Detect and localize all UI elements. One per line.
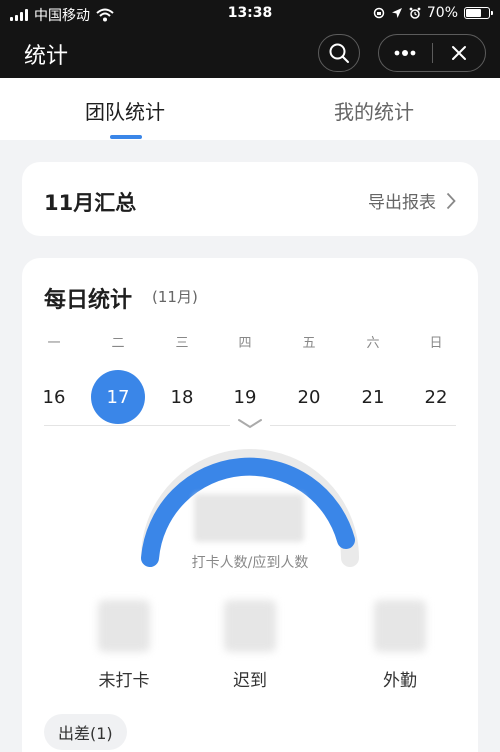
- stat-label: 未打卡: [98, 671, 150, 691]
- summary-title: 11月汇总: [44, 191, 137, 215]
- stat-label: 迟到: [233, 671, 267, 691]
- chevron-down-icon[interactable]: [236, 416, 264, 432]
- weekday-label: 一: [47, 336, 61, 351]
- stat-label: 外勤: [383, 671, 417, 691]
- stat-value-blurred: [98, 600, 150, 652]
- active-tab-indicator: [110, 135, 142, 139]
- battery-percent: 70%: [426, 5, 458, 21]
- mini-program-capsule: [378, 34, 486, 72]
- alarm-icon: [409, 7, 421, 19]
- weekday-label: 日: [429, 336, 443, 351]
- divider: [44, 425, 230, 426]
- stat-not-checked-in[interactable]: 未打卡: [64, 600, 184, 691]
- date-cell[interactable]: 21: [346, 370, 400, 424]
- weekday-label: 二: [111, 336, 125, 351]
- daily-month: (11月): [152, 288, 198, 306]
- close-icon: [451, 46, 466, 60]
- divider: [270, 425, 456, 426]
- rotation-lock-icon: [373, 7, 385, 19]
- gauge-label: 打卡人数/应到人数: [191, 555, 309, 571]
- gauge-value-blurred: [194, 494, 304, 542]
- more-button[interactable]: [379, 35, 432, 71]
- daily-stats-card: 每日统计 (11月) 一 二 三 四 五 六 日 16 17 18 19 20 …: [22, 258, 478, 752]
- date-cell[interactable]: 18: [155, 370, 209, 424]
- stat-field-work[interactable]: 外勤: [340, 600, 460, 691]
- tab-team-stats[interactable]: 团队统计: [35, 96, 215, 125]
- status-right: 70%: [373, 5, 493, 21]
- stat-value-blurred: [224, 600, 276, 652]
- date-cell[interactable]: 20: [282, 370, 336, 424]
- export-report-link[interactable]: 导出报表: [368, 188, 456, 213]
- date-cell[interactable]: 22: [409, 370, 463, 424]
- tab-my-stats[interactable]: 我的统计: [284, 96, 464, 125]
- weekday-label: 四: [238, 336, 252, 351]
- chevron-right-icon: [446, 192, 456, 209]
- weekday-label: 三: [175, 336, 189, 351]
- business-trip-chip[interactable]: 出差(1): [44, 714, 127, 750]
- date-cell[interactable]: 16: [27, 370, 81, 424]
- page-title: 统计: [24, 44, 69, 69]
- battery-icon: [464, 7, 493, 19]
- search-button[interactable]: [318, 34, 360, 72]
- tab-bar: 团队统计 我的统计: [0, 78, 500, 140]
- nav-bar: 统计: [0, 28, 500, 78]
- export-label: 导出报表: [368, 193, 436, 213]
- date-cell[interactable]: 17: [91, 370, 145, 424]
- location-icon: [391, 8, 402, 18]
- stat-value-blurred: [374, 600, 426, 652]
- stat-late[interactable]: 迟到: [190, 600, 310, 691]
- daily-title: 每日统计: [44, 288, 133, 313]
- close-button[interactable]: [432, 35, 485, 71]
- monthly-summary-card[interactable]: 11月汇总 导出报表: [22, 162, 478, 236]
- status-bar: 中国移动 13:38 70%: [0, 0, 500, 28]
- more-icon: [394, 50, 416, 56]
- battery-fill: [466, 9, 482, 17]
- weekday-label: 六: [366, 336, 380, 351]
- search-icon: [329, 43, 349, 63]
- weekday-label: 五: [302, 336, 316, 351]
